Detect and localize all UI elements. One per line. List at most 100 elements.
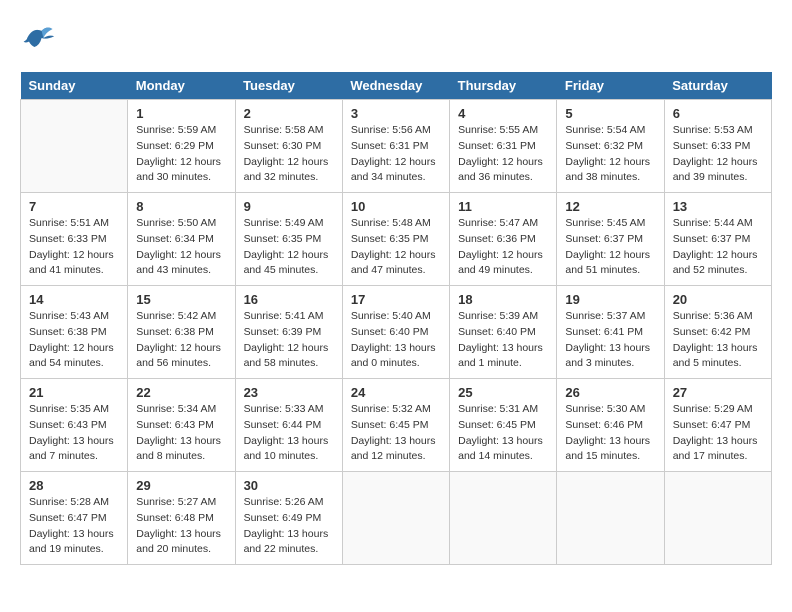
calendar-day-cell: 25 Sunrise: 5:31 AMSunset: 6:45 PMDayligh… [450,379,557,472]
day-of-week-header: Saturday [664,72,771,100]
day-number: 21 [29,385,119,400]
day-info: Sunrise: 5:36 AMSunset: 6:42 PMDaylight:… [673,309,763,372]
calendar-day-cell: 20 Sunrise: 5:36 AMSunset: 6:42 PMDayligh… [664,286,771,379]
day-info: Sunrise: 5:35 AMSunset: 6:43 PMDaylight:… [29,402,119,465]
day-info: Sunrise: 5:53 AMSunset: 6:33 PMDaylight:… [673,123,763,186]
day-number: 18 [458,292,548,307]
calendar-day-cell: 29Sunrise: 5:27 AMSunset: 6:48 PMDayligh… [128,472,235,565]
day-number: 4 [458,106,548,121]
day-number: 14 [29,292,119,307]
calendar-day-cell: 21 Sunrise: 5:35 AMSunset: 6:43 PMDayligh… [21,379,128,472]
day-info: Sunrise: 5:28 AMSunset: 6:47 PMDaylight:… [29,495,119,558]
calendar-day-cell: 23 Sunrise: 5:33 AMSunset: 6:44 PMDayligh… [235,379,342,472]
calendar-day-cell: 3 Sunrise: 5:56 AMSunset: 6:31 PMDaylight… [342,100,449,193]
day-number: 20 [673,292,763,307]
day-number: 26 [565,385,655,400]
calendar-week-row: 28 Sunrise: 5:28 AMSunset: 6:47 PMDayligh… [21,472,772,565]
calendar-day-cell [21,100,128,193]
day-number: 3 [351,106,441,121]
day-of-week-header: Wednesday [342,72,449,100]
calendar-header-row: SundayMondayTuesdayWednesdayThursdayFrid… [21,72,772,100]
day-info: Sunrise: 5:54 AMSunset: 6:32 PMDaylight:… [565,123,655,186]
day-info: Sunrise: 5:41 AMSunset: 6:39 PMDaylight:… [244,309,334,372]
day-number: 11 [458,199,548,214]
calendar-day-cell: 16 Sunrise: 5:41 AMSunset: 6:39 PMDayligh… [235,286,342,379]
day-info: Sunrise: 5:29 AMSunset: 6:47 PMDaylight:… [673,402,763,465]
calendar-day-cell: 24Sunrise: 5:32 AMSunset: 6:45 PMDayligh… [342,379,449,472]
day-number: 1 [136,106,226,121]
calendar-day-cell: 13 Sunrise: 5:44 AMSunset: 6:37 PMDayligh… [664,193,771,286]
day-info: Sunrise: 5:31 AMSunset: 6:45 PMDaylight:… [458,402,548,465]
calendar-day-cell: 15 Sunrise: 5:42 AMSunset: 6:38 PMDayligh… [128,286,235,379]
calendar-week-row: 14 Sunrise: 5:43 AMSunset: 6:38 PMDayligh… [21,286,772,379]
calendar-day-cell: 10Sunrise: 5:48 AMSunset: 6:35 PMDayligh… [342,193,449,286]
calendar-day-cell [450,472,557,565]
day-number: 22 [136,385,226,400]
day-info: Sunrise: 5:33 AMSunset: 6:44 PMDaylight:… [244,402,334,465]
day-number: 8 [136,199,226,214]
day-number: 7 [29,199,119,214]
calendar-table: SundayMondayTuesdayWednesdayThursdayFrid… [20,72,772,565]
day-info: Sunrise: 5:39 AMSunset: 6:40 PMDaylight:… [458,309,548,372]
day-info: Sunrise: 5:55 AMSunset: 6:31 PMDaylight:… [458,123,548,186]
day-number: 29 [136,478,226,493]
calendar-day-cell [664,472,771,565]
day-number: 27 [673,385,763,400]
day-number: 17 [351,292,441,307]
calendar-day-cell: 30 Sunrise: 5:26 AMSunset: 6:49 PMDayligh… [235,472,342,565]
calendar-day-cell: 17 Sunrise: 5:40 AMSunset: 6:40 PMDayligh… [342,286,449,379]
calendar-day-cell [557,472,664,565]
calendar-day-cell: 12Sunrise: 5:45 AMSunset: 6:37 PMDayligh… [557,193,664,286]
day-of-week-header: Sunday [21,72,128,100]
logo [20,20,56,56]
calendar-day-cell: 5 Sunrise: 5:54 AMSunset: 6:32 PMDaylight… [557,100,664,193]
day-of-week-header: Friday [557,72,664,100]
day-number: 23 [244,385,334,400]
calendar-day-cell: 11Sunrise: 5:47 AMSunset: 6:36 PMDayligh… [450,193,557,286]
calendar-day-cell: 6 Sunrise: 5:53 AMSunset: 6:33 PMDaylight… [664,100,771,193]
day-info: Sunrise: 5:49 AMSunset: 6:35 PMDaylight:… [244,216,334,279]
day-info: Sunrise: 5:37 AMSunset: 6:41 PMDaylight:… [565,309,655,372]
day-number: 5 [565,106,655,121]
calendar-week-row: 7 Sunrise: 5:51 AMSunset: 6:33 PMDaylight… [21,193,772,286]
day-info: Sunrise: 5:43 AMSunset: 6:38 PMDaylight:… [29,309,119,372]
calendar-day-cell: 1 Sunrise: 5:59 AMSunset: 6:29 PMDaylight… [128,100,235,193]
day-info: Sunrise: 5:58 AMSunset: 6:30 PMDaylight:… [244,123,334,186]
calendar-day-cell: 18 Sunrise: 5:39 AMSunset: 6:40 PMDayligh… [450,286,557,379]
day-info: Sunrise: 5:51 AMSunset: 6:33 PMDaylight:… [29,216,119,279]
day-info: Sunrise: 5:50 AMSunset: 6:34 PMDaylight:… [136,216,226,279]
day-number: 12 [565,199,655,214]
calendar-day-cell: 8 Sunrise: 5:50 AMSunset: 6:34 PMDaylight… [128,193,235,286]
day-of-week-header: Tuesday [235,72,342,100]
calendar-day-cell: 27 Sunrise: 5:29 AMSunset: 6:47 PMDayligh… [664,379,771,472]
day-number: 19 [565,292,655,307]
calendar-day-cell: 14 Sunrise: 5:43 AMSunset: 6:38 PMDayligh… [21,286,128,379]
calendar-week-row: 21 Sunrise: 5:35 AMSunset: 6:43 PMDayligh… [21,379,772,472]
day-number: 13 [673,199,763,214]
day-info: Sunrise: 5:34 AMSunset: 6:43 PMDaylight:… [136,402,226,465]
day-info: Sunrise: 5:56 AMSunset: 6:31 PMDaylight:… [351,123,441,186]
calendar-day-cell: 22 Sunrise: 5:34 AMSunset: 6:43 PMDayligh… [128,379,235,472]
day-of-week-header: Monday [128,72,235,100]
day-number: 15 [136,292,226,307]
day-info: Sunrise: 5:40 AMSunset: 6:40 PMDaylight:… [351,309,441,372]
day-info: Sunrise: 5:42 AMSunset: 6:38 PMDaylight:… [136,309,226,372]
day-info: Sunrise: 5:48 AMSunset: 6:35 PMDaylight:… [351,216,441,279]
day-info: Sunrise: 5:32 AMSunset: 6:45 PMDaylight:… [351,402,441,465]
day-number: 30 [244,478,334,493]
day-number: 9 [244,199,334,214]
day-number: 28 [29,478,119,493]
logo-bird-icon [20,20,56,56]
day-info: Sunrise: 5:26 AMSunset: 6:49 PMDaylight:… [244,495,334,558]
page-header [20,20,772,56]
day-info: Sunrise: 5:59 AMSunset: 6:29 PMDaylight:… [136,123,226,186]
day-number: 16 [244,292,334,307]
calendar-day-cell: 4 Sunrise: 5:55 AMSunset: 6:31 PMDaylight… [450,100,557,193]
calendar-day-cell: 2 Sunrise: 5:58 AMSunset: 6:30 PMDaylight… [235,100,342,193]
day-number: 6 [673,106,763,121]
day-number: 2 [244,106,334,121]
day-of-week-header: Thursday [450,72,557,100]
day-number: 25 [458,385,548,400]
calendar-day-cell: 19 Sunrise: 5:37 AMSunset: 6:41 PMDayligh… [557,286,664,379]
day-info: Sunrise: 5:44 AMSunset: 6:37 PMDaylight:… [673,216,763,279]
